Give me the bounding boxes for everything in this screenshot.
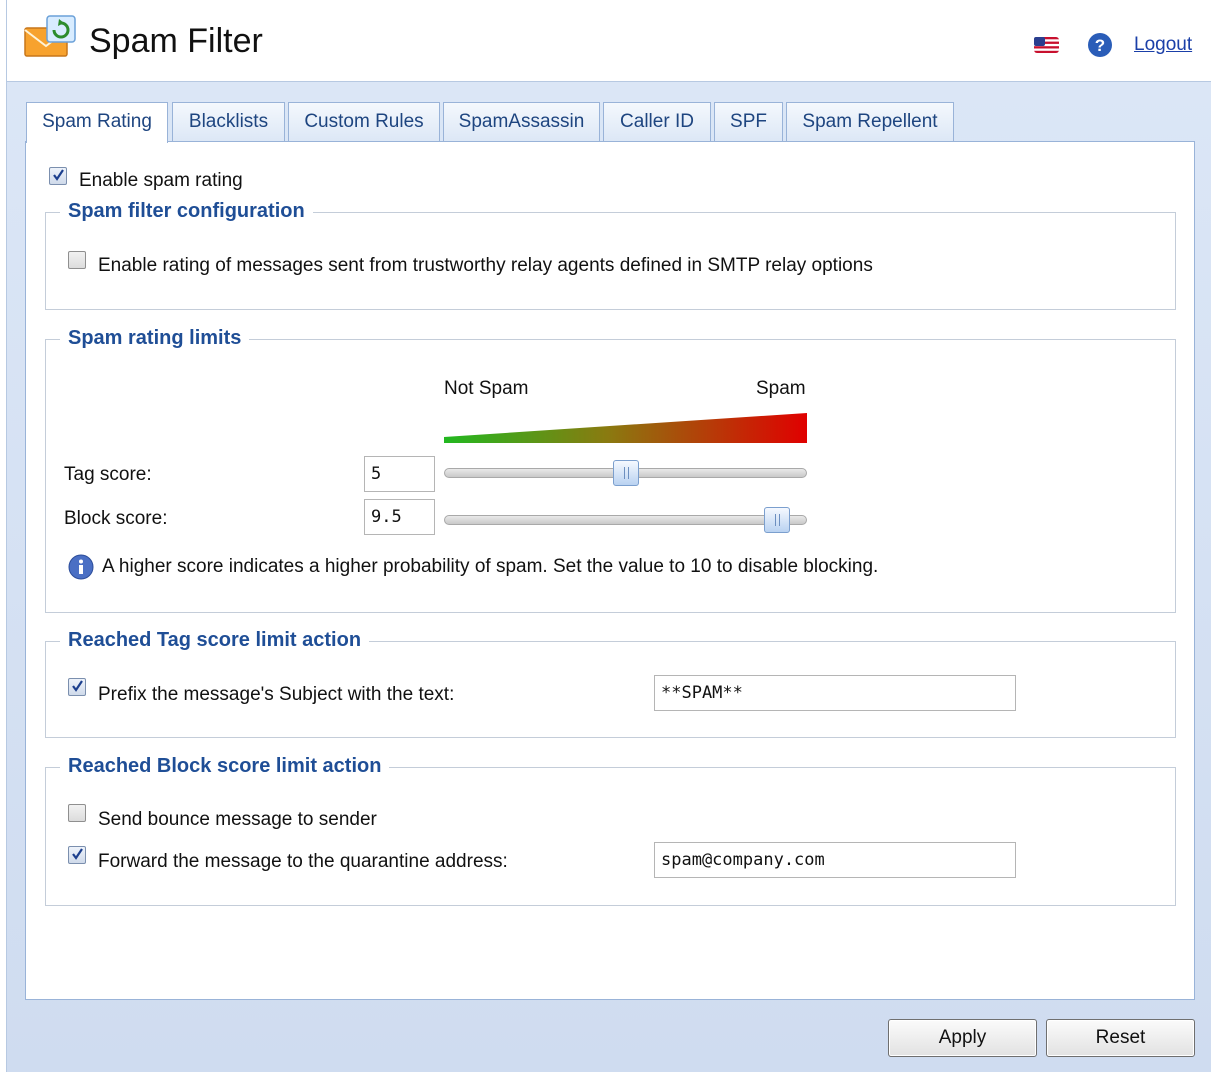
apply-button[interactable]: Apply (888, 1019, 1037, 1057)
tag-score-input[interactable]: 5 (364, 456, 435, 492)
enable-spam-rating-checkbox[interactable] (49, 167, 67, 185)
not-spam-label: Not Spam (444, 378, 529, 399)
envelope-icon (24, 15, 76, 57)
section-title: Spam filter configuration (60, 200, 313, 223)
quarantine-address-input[interactable]: spam@company.com (654, 842, 1016, 878)
trustworthy-relay-label: Enable rating of messages sent from trus… (98, 255, 873, 276)
logout-link[interactable]: Logout (1134, 34, 1192, 56)
block-score-slider-track[interactable] (444, 515, 807, 525)
tag-score-action-group: Reached Tag score limit action Prefix th… (45, 629, 1176, 738)
tag-score-label: Tag score: (64, 464, 152, 485)
section-title: Spam rating limits (60, 327, 250, 350)
page-title: Spam Filter (89, 22, 263, 60)
checkmark-icon (53, 169, 64, 181)
section-title: Reached Tag score limit action (60, 629, 370, 652)
tab-spamassassin[interactable]: SpamAssassin (443, 102, 600, 142)
tab-custom-rules[interactable]: Custom Rules (288, 102, 440, 142)
info-text: A higher score indicates a higher probab… (102, 556, 879, 577)
info-icon (68, 554, 94, 580)
checkmark-icon (72, 680, 83, 692)
spam-scale-gradient (444, 413, 807, 443)
spam-filter-configuration-group: Spam filter configuration Enable rating … (45, 200, 1176, 310)
tab-blacklists[interactable]: Blacklists (172, 102, 285, 142)
tab-spam-rating[interactable]: Spam Rating (26, 102, 168, 143)
spam-label: Spam (756, 378, 806, 399)
reset-button[interactable]: Reset (1046, 1019, 1195, 1057)
tab-spam-repellent[interactable]: Spam Repellent (786, 102, 954, 142)
checkmark-icon (72, 848, 83, 860)
tab-spf[interactable]: SPF (714, 102, 783, 142)
help-icon[interactable]: ? (1087, 32, 1113, 58)
send-bounce-checkbox[interactable] (68, 804, 86, 822)
prefix-text-input[interactable]: **SPAM** (654, 675, 1016, 711)
forward-quarantine-checkbox[interactable] (68, 846, 86, 864)
block-score-action-group: Reached Block score limit action Send bo… (45, 755, 1176, 906)
forward-quarantine-label: Forward the message to the quarantine ad… (98, 851, 508, 872)
tab-caller-id[interactable]: Caller ID (603, 102, 711, 142)
section-title: Reached Block score limit action (60, 755, 390, 778)
block-score-input[interactable]: 9.5 (364, 499, 435, 535)
trustworthy-relay-checkbox[interactable] (68, 251, 86, 269)
spam-rating-limits-group: Spam rating limits Not Spam Spam Tag sco… (45, 327, 1176, 613)
tag-score-slider-thumb[interactable] (612, 460, 639, 486)
spam-filter-app: Spam Filter ? Logout Spam Rating Blackli… (0, 0, 1211, 1072)
block-score-slider-thumb[interactable] (764, 507, 791, 533)
header-bar: Spam Filter ? Logout (6, 0, 1211, 82)
prefix-subject-checkbox[interactable] (68, 678, 86, 696)
enable-spam-rating-label: Enable spam rating (79, 170, 243, 191)
spam-rating-panel: Enable spam rating Spam filter configura… (25, 141, 1195, 1000)
svg-text:?: ? (1095, 36, 1105, 55)
prefix-subject-label: Prefix the message's Subject with the te… (98, 684, 455, 705)
block-score-label: Block score: (64, 508, 168, 529)
us-flag-icon[interactable] (1034, 37, 1059, 53)
send-bounce-label: Send bounce message to sender (98, 809, 377, 830)
